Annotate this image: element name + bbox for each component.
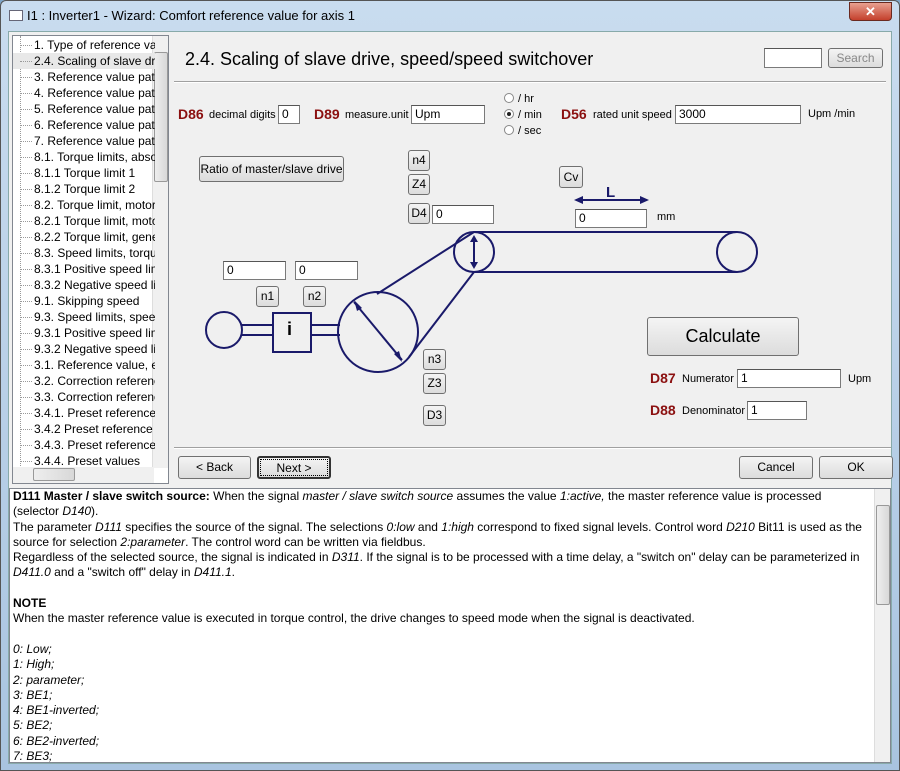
ratio-i-label: i	[287, 319, 293, 339]
close-button[interactable]: ✕	[849, 2, 892, 21]
calculate-button[interactable]: Calculate	[647, 317, 799, 356]
n4-button[interactable]: n4	[408, 150, 430, 171]
option-item: 0: Low;	[13, 641, 52, 656]
cv-button[interactable]: Cv	[559, 166, 583, 188]
n2-input[interactable]: 0	[295, 261, 358, 280]
n1-input[interactable]: 0	[223, 261, 286, 280]
help-paragraph: D111 Master / slave switch source: When …	[13, 489, 822, 519]
next-button[interactable]: Next >	[257, 456, 331, 479]
option-item: 4: BE1-inverted;	[13, 703, 100, 718]
back-button[interactable]: < Back	[178, 456, 251, 479]
belt-line	[408, 271, 475, 358]
d87-code: D87	[650, 370, 676, 386]
d3-button[interactable]: D3	[423, 405, 446, 426]
option-item: 3: BE1;	[13, 687, 53, 702]
numerator-input[interactable]: 1	[737, 369, 841, 388]
ratio-master-slave-button[interactable]: Ratio of master/slave drive	[199, 156, 344, 182]
help-heading: D111 Master / slave switch source:	[13, 489, 210, 503]
help-panel: D111 Master / slave switch source: When …	[9, 488, 891, 763]
length-label: L	[606, 184, 616, 201]
end-pulley	[716, 231, 758, 273]
motor-circle	[205, 311, 243, 349]
diameter-arrow	[353, 301, 403, 361]
option-item: 6: BE2-inverted;	[13, 733, 100, 748]
help-vertical-scrollbar[interactable]	[874, 489, 890, 762]
title-bar[interactable]: I1 : Inverter1 - Wizard: Comfort referen…	[1, 1, 899, 29]
cancel-button[interactable]: Cancel	[739, 456, 813, 479]
z4-button[interactable]: Z4	[408, 174, 430, 195]
scroll-thumb[interactable]	[876, 505, 890, 605]
help-paragraph: The parameter D111 specifies the source …	[13, 519, 862, 549]
option-item: 5: BE2;	[13, 718, 53, 733]
length-unit: mm	[657, 211, 676, 223]
n3-button[interactable]: n3	[423, 349, 446, 370]
app-icon	[9, 10, 23, 21]
z3-button[interactable]: Z3	[423, 373, 446, 394]
d4-input[interactable]: 0	[432, 205, 494, 224]
denominator-input[interactable]: 1	[747, 401, 807, 420]
d88-label: Denominator	[682, 405, 745, 417]
note-title: NOTE	[13, 596, 47, 611]
length-input[interactable]: 0	[575, 209, 647, 228]
n2-button[interactable]: n2	[303, 286, 326, 307]
d87-unit: Upm	[848, 373, 872, 385]
option-list: 0: Low; 1: High; 2: parameter; 3: BE1; 4: BE…	[10, 641, 890, 763]
option-item: 1: High;	[13, 657, 55, 672]
footer-separator	[174, 447, 891, 449]
d4-button[interactable]: D4	[408, 203, 430, 224]
wizard-window: I1 : Inverter1 - Wizard: Comfort referen…	[0, 0, 900, 771]
d87-label: Numerator	[682, 373, 734, 385]
option-item: 7: BE3;	[13, 749, 53, 763]
help-paragraph: Regardless of the selected source, the s…	[13, 550, 860, 580]
ok-button[interactable]: OK	[819, 456, 893, 479]
note-text: When the master reference value is execu…	[13, 611, 695, 626]
d88-code: D88	[650, 402, 676, 418]
belt-line	[376, 231, 475, 295]
window-title: I1 : Inverter1 - Wizard: Comfort referen…	[27, 8, 356, 23]
client-area: 1. Type of reference valu 2.4. Scaling of…	[8, 31, 893, 764]
option-item: 2: parameter;	[13, 672, 85, 687]
n1-button[interactable]: n1	[256, 286, 279, 307]
